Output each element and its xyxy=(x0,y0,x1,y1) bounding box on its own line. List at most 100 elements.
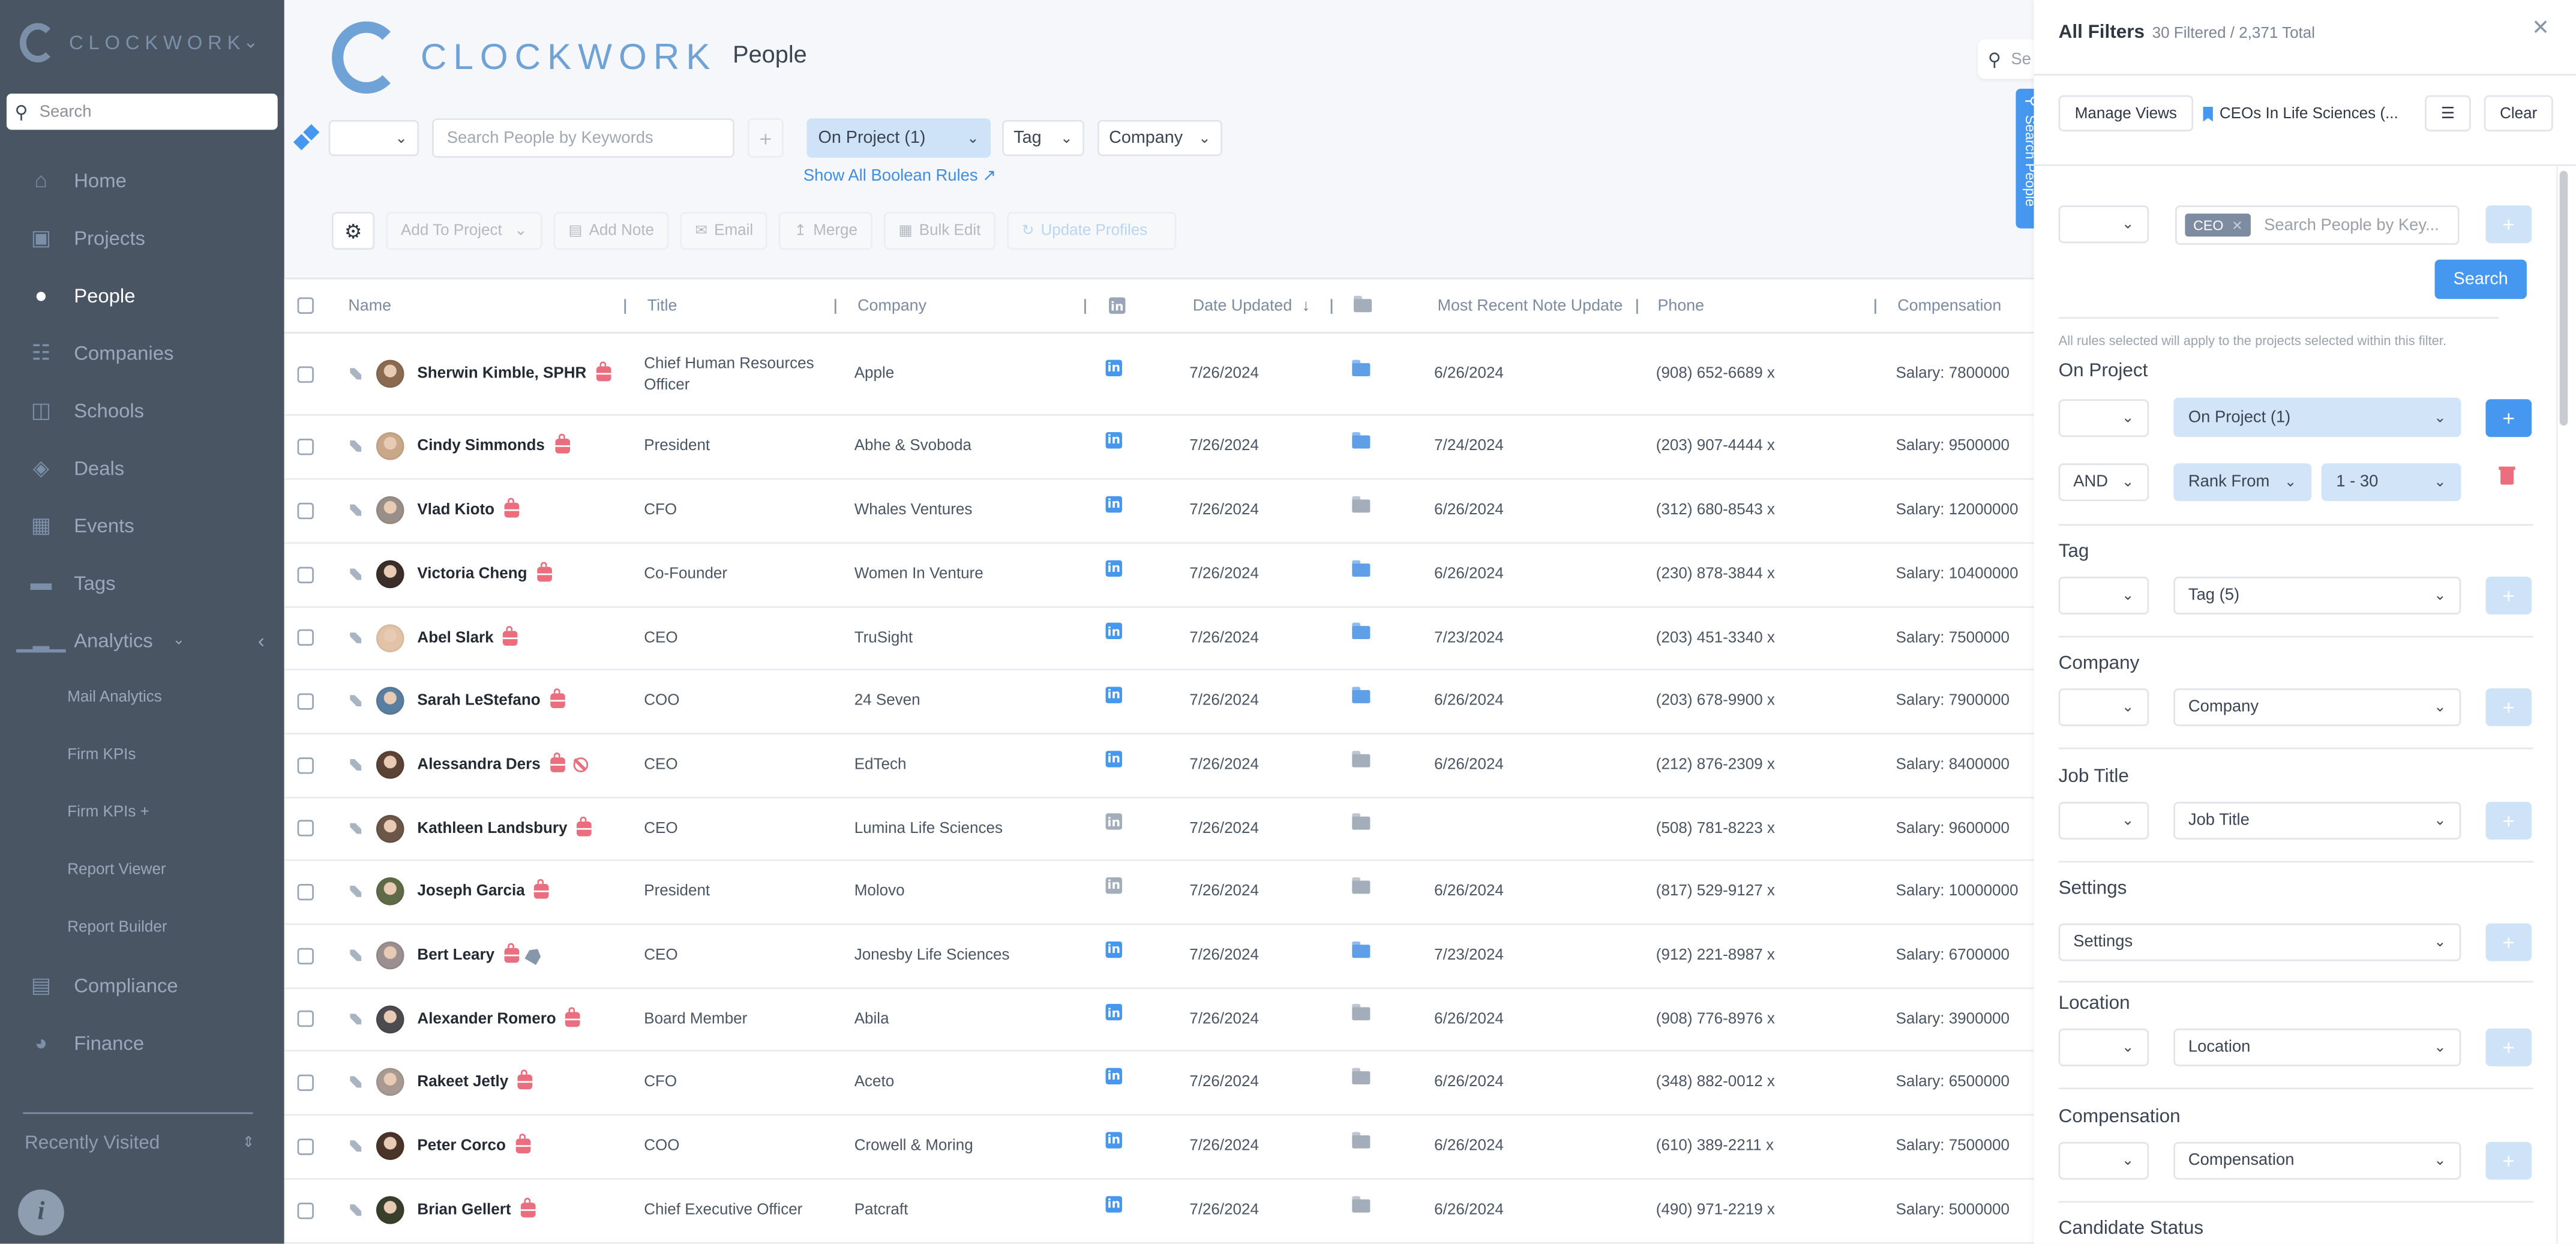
rank-range-select[interactable]: 1 - 30 ⌄ xyxy=(2321,463,2461,502)
column-header-company[interactable]: Company xyxy=(857,279,926,332)
table-row[interactable]: Sherwin Kimble, SPHR Chief Human Resource… xyxy=(284,334,2034,416)
person-avatar[interactable] xyxy=(376,1050,404,1114)
sidebar-item-analytics[interactable]: ▁▂▁ Analytics ⌄ ‹ xyxy=(0,611,284,669)
row-checkbox[interactable] xyxy=(297,478,314,542)
company-link[interactable]: Abhe & Svoboda xyxy=(854,437,971,455)
company-link[interactable]: TruSight xyxy=(854,628,913,646)
sidebar-item-events[interactable]: ▦ Events xyxy=(0,496,284,554)
merge-button[interactable]: ↥ Merge xyxy=(779,212,872,250)
column-resizer[interactable] xyxy=(834,299,836,314)
clear-button[interactable]: Clear xyxy=(2484,95,2553,132)
phone-number[interactable]: (203) 907-4444 x xyxy=(1656,437,1775,455)
sidebar-search[interactable]: ⚲ xyxy=(6,94,278,130)
row-checkbox[interactable] xyxy=(297,414,314,478)
column-header-title[interactable]: Title xyxy=(647,279,677,332)
folder-cell[interactable] xyxy=(1352,813,1371,831)
phone-number[interactable]: (203) 678-9900 x xyxy=(1656,692,1775,710)
company-link[interactable]: Molovo xyxy=(854,882,905,900)
row-checkbox[interactable] xyxy=(297,1050,314,1114)
briefcase-icon[interactable] xyxy=(515,1134,530,1154)
person-name-link[interactable]: Sherwin Kimble, SPHR xyxy=(417,365,586,383)
briefcase-icon[interactable] xyxy=(536,562,552,582)
collapse-sidebar-icon[interactable]: ‹ xyxy=(258,628,265,651)
person-avatar[interactable] xyxy=(376,414,404,478)
linkedin-cell[interactable]: in xyxy=(1105,1003,1122,1021)
sidebar-subitem-mail-analytics[interactable]: Mail Analytics xyxy=(0,669,284,726)
person-avatar[interactable] xyxy=(376,987,404,1050)
table-row[interactable]: Joseph Garcia President Molovo in 7/26/2024 6… xyxy=(284,859,2034,925)
add-note-button[interactable]: ▤ Add Note xyxy=(553,212,669,250)
row-checkbox[interactable] xyxy=(297,1114,314,1178)
and-operator-select[interactable]: AND ⌄ xyxy=(2058,463,2149,502)
expand-row[interactable] xyxy=(350,1050,362,1114)
company-link[interactable]: Lumina Life Sciences xyxy=(854,819,1003,837)
linkedin-cell[interactable]: in xyxy=(1105,813,1122,830)
phone-number[interactable]: (817) 529-9127 x xyxy=(1656,882,1775,900)
job-title-operator-select[interactable]: ⌄ xyxy=(2058,802,2149,840)
expand-row[interactable] xyxy=(350,797,362,859)
row-checkbox[interactable] xyxy=(297,542,314,607)
keyword-search-input[interactable] xyxy=(432,118,734,158)
briefcase-icon[interactable] xyxy=(577,816,592,836)
job-title-select[interactable]: Job Title ⌄ xyxy=(2173,802,2461,840)
person-avatar[interactable] xyxy=(376,733,404,797)
column-header-note-update[interactable]: Most Recent Note Update xyxy=(1438,279,1623,332)
linkedin-cell[interactable]: in xyxy=(1105,686,1122,703)
expand-row[interactable] xyxy=(350,334,362,414)
column-resizer[interactable] xyxy=(1084,299,1086,314)
sidebar-item-projects[interactable]: ▣ Projects xyxy=(0,209,284,266)
company-link[interactable]: Apple xyxy=(854,365,895,383)
add-company-rule-button[interactable]: + xyxy=(2485,688,2532,727)
person-avatar[interactable] xyxy=(376,924,404,988)
panel-keyword-field[interactable] xyxy=(2260,214,2448,236)
do-not-contact-icon[interactable] xyxy=(573,757,589,772)
person-avatar[interactable] xyxy=(376,797,404,859)
add-to-project-button[interactable]: Add To Project ⌄ xyxy=(386,212,542,250)
linkedin-cell[interactable]: in xyxy=(1105,622,1122,640)
company-link[interactable]: Aceto xyxy=(854,1073,895,1091)
close-icon[interactable]: ✕ xyxy=(2532,15,2550,41)
location-select[interactable]: Location ⌄ xyxy=(2173,1028,2461,1066)
person-name-link[interactable]: Cindy Simmonds xyxy=(417,437,544,455)
company-operator-select[interactable]: ⌄ xyxy=(2058,688,2149,727)
column-resizer[interactable] xyxy=(1874,299,1876,314)
rank-from-select[interactable]: Rank From ⌄ xyxy=(2173,463,2312,502)
company-link[interactable]: Crowell & Moring xyxy=(854,1137,973,1155)
phone-number[interactable]: (490) 971-2219 x xyxy=(1656,1201,1775,1219)
on-project-filter[interactable]: On Project (1) ⌄ xyxy=(806,118,991,158)
row-checkbox[interactable] xyxy=(297,924,314,988)
sidebar-item-deals[interactable]: ◈ Deals xyxy=(0,439,284,496)
person-name-link[interactable]: Joseph Garcia xyxy=(417,882,524,900)
panel-keyword-input[interactable]: CEO ✕ xyxy=(2175,205,2460,245)
person-avatar[interactable] xyxy=(376,1114,404,1178)
linkedin-cell[interactable]: in xyxy=(1105,1195,1122,1212)
sidebar-brand[interactable]: CLOCKWORK ⌄ xyxy=(19,23,258,63)
linkedin-cell[interactable]: in xyxy=(1105,431,1122,448)
recently-visited-toggle[interactable]: Recently Visited ⇕ xyxy=(25,1134,254,1153)
table-row[interactable]: Vlad Kioto CFO Whales Ventures in 7/26/2024 6… xyxy=(284,478,2034,544)
table-row[interactable]: Cindy Simmonds President Abhe & Svoboda in 7… xyxy=(284,414,2034,480)
add-on-project-rule-button[interactable]: + xyxy=(2485,399,2532,437)
expand-row[interactable] xyxy=(350,924,362,988)
briefcase-icon[interactable] xyxy=(566,1006,581,1026)
add-keyword-button[interactable]: + xyxy=(747,118,784,158)
table-row[interactable]: Alessandra Ders CEO EdTech in 7/26/2024 6/26/… xyxy=(284,733,2034,799)
info-button[interactable]: i xyxy=(18,1189,64,1236)
folder-cell[interactable] xyxy=(1352,1003,1371,1022)
linkedin-cell[interactable]: in xyxy=(1105,359,1122,376)
person-name-link[interactable]: Victoria Cheng xyxy=(417,565,527,583)
company-link[interactable]: EdTech xyxy=(854,756,907,774)
column-header-folder[interactable] xyxy=(1354,279,1372,332)
sidebar-item-people[interactable]: ● People xyxy=(0,266,284,324)
person-name-link[interactable]: Bert Leary xyxy=(417,946,494,964)
saved-view-selector[interactable]: CEOs In Life Sciences (... xyxy=(2203,105,2398,123)
table-row[interactable]: Abel Slark CEO TruSight in 7/26/2024 7/23/202… xyxy=(284,606,2034,671)
expand-row[interactable] xyxy=(350,414,362,478)
person-avatar[interactable] xyxy=(376,669,404,733)
table-row[interactable]: Rakeet Jetly CFO Aceto in 7/26/2024 6/26/2024… xyxy=(284,1050,2034,1116)
add-keyword-button[interactable]: + xyxy=(2485,205,2532,244)
table-row[interactable]: Sarah LeStefano COO 24 Seven in 7/26/2024 6/2… xyxy=(284,669,2034,735)
person-name-link[interactable]: Peter Corco xyxy=(417,1137,505,1155)
expand-row[interactable] xyxy=(350,606,362,669)
add-compensation-rule-button[interactable]: + xyxy=(2485,1141,2532,1180)
